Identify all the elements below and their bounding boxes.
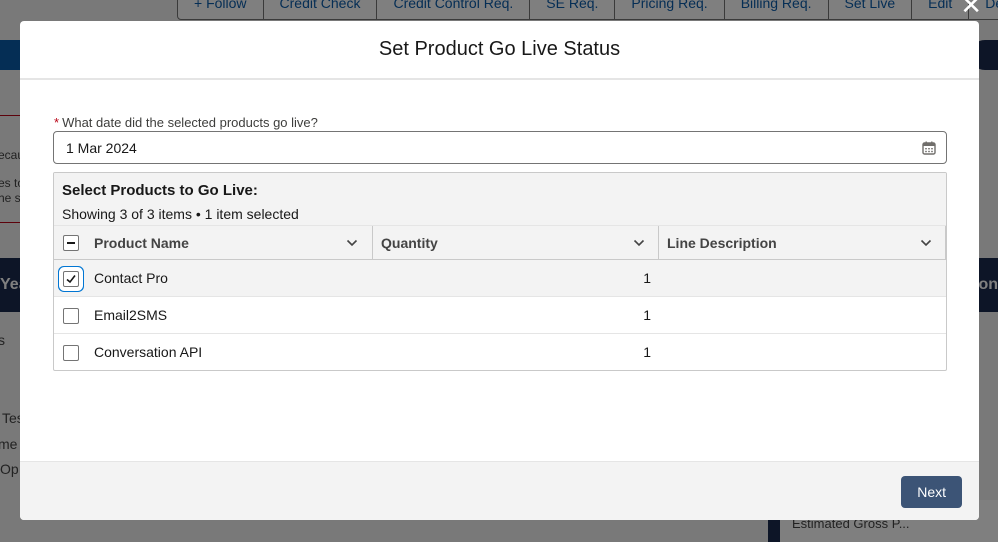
- quantity-cell: 1: [643, 307, 651, 323]
- table-row[interactable]: Email2SMS 1: [54, 297, 946, 334]
- product-name-cell: Conversation API: [94, 344, 203, 360]
- column-divider[interactable]: [372, 226, 373, 260]
- column-divider[interactable]: [658, 226, 659, 260]
- row-checkbox[interactable]: [63, 271, 79, 287]
- column-header-label: Product Name: [94, 235, 189, 251]
- column-header-label: Line Description: [667, 235, 777, 251]
- row-checkbox[interactable]: [63, 345, 79, 361]
- modal-header: Set Product Go Live Status: [20, 21, 979, 80]
- column-divider[interactable]: [945, 226, 946, 260]
- chevron-down-icon[interactable]: [346, 237, 358, 249]
- column-header-product-name[interactable]: Product Name: [94, 226, 189, 260]
- table-row[interactable]: Conversation API 1: [54, 334, 946, 370]
- modal-footer: Next: [20, 461, 979, 520]
- table-row[interactable]: Contact Pro 1: [54, 260, 946, 297]
- chevron-down-icon[interactable]: [633, 237, 645, 249]
- quantity-cell: 1: [643, 270, 651, 286]
- row-checkbox[interactable]: [63, 308, 79, 324]
- go-live-date-value: 1 Mar 2024: [66, 139, 137, 156]
- quantity-cell: 1: [643, 344, 651, 360]
- product-table-header: Product Name Quantity Line Description: [54, 226, 946, 260]
- product-selection-title: Select Products to Go Live:: [62, 182, 258, 199]
- calendar-icon[interactable]: [922, 141, 936, 155]
- set-go-live-modal: Set Product Go Live Status * What date di…: [20, 21, 979, 520]
- product-name-cell: Email2SMS: [94, 307, 168, 323]
- go-live-date-label: * What date did the selected products go …: [54, 115, 318, 130]
- product-selection-summary: Showing 3 of 3 items • 1 item selected: [62, 206, 299, 222]
- product-selection-header: Select Products to Go Live: Showing 3 of…: [54, 173, 946, 226]
- next-button[interactable]: Next: [901, 476, 962, 508]
- column-header-quantity[interactable]: Quantity: [381, 226, 438, 260]
- go-live-date-label-text: What date did the selected products go l…: [62, 115, 318, 130]
- column-header-label: Quantity: [381, 235, 438, 251]
- modal-close-icon[interactable]: ✕: [960, 0, 982, 21]
- product-selection-card: Select Products to Go Live: Showing 3 of…: [53, 172, 947, 371]
- column-header-line-description[interactable]: Line Description: [667, 226, 777, 260]
- checkmark-icon: [66, 275, 76, 284]
- product-name-cell: Contact Pro: [94, 270, 168, 286]
- chevron-down-icon[interactable]: [920, 237, 932, 249]
- required-indicator: *: [54, 115, 60, 130]
- select-all-checkbox[interactable]: [63, 235, 79, 251]
- modal-title: Set Product Go Live Status: [378, 38, 621, 60]
- go-live-date-input[interactable]: 1 Mar 2024: [53, 131, 947, 164]
